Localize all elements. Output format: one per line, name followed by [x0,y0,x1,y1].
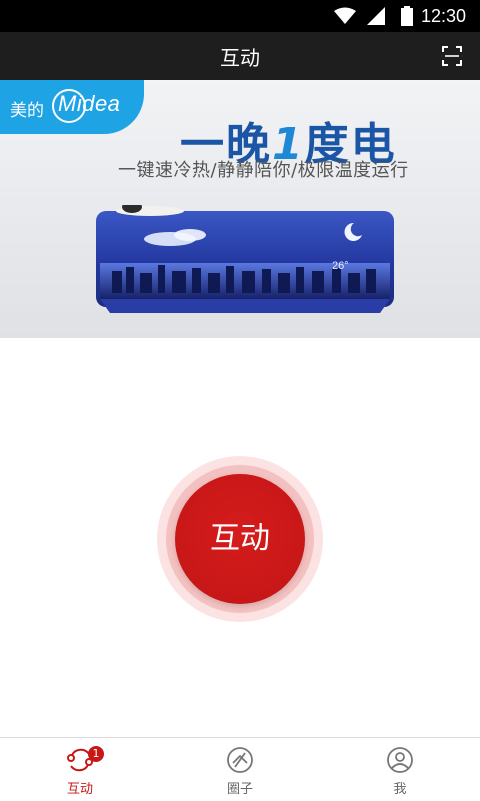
battery-icon [401,6,413,26]
nav-label: 圈子 [226,782,253,797]
signal-icon [367,7,385,25]
brand-name-en: Midea [58,91,121,116]
page-title: 互动 [220,46,260,70]
brand-logo: 美的 Midea [0,80,144,134]
wifi-icon [334,7,356,24]
ac-temperature-display: 26° [332,260,349,272]
title-bar: 互动 [0,32,480,80]
notification-badge: 1 [88,746,104,762]
bottom-nav: 1 互动 圈子 我 [0,737,480,801]
interact-button[interactable]: 互动 [175,474,305,604]
circle-icon [227,747,253,773]
nav-item-circle[interactable]: 圈子 [160,738,320,801]
brand-name-cn: 美的 [10,101,44,121]
status-bar: 12:30 [0,0,480,32]
status-time: 12:30 [420,6,466,26]
promo-banner[interactable]: 美的 Midea 一晚1度电 一键速冷热/静静陪你/极限温度运行 26° [0,80,480,338]
nav-label: 我 [393,782,407,797]
profile-icon [387,747,413,773]
scan-icon[interactable] [442,46,462,66]
nav-label: 互动 [66,782,93,797]
nav-item-interact[interactable]: 1 互动 [0,738,160,801]
air-conditioner-illustration [96,205,394,313]
banner-subline: 一键速冷热/静静陪你/极限温度运行 [118,160,409,181]
nav-item-profile[interactable]: 我 [320,738,480,801]
